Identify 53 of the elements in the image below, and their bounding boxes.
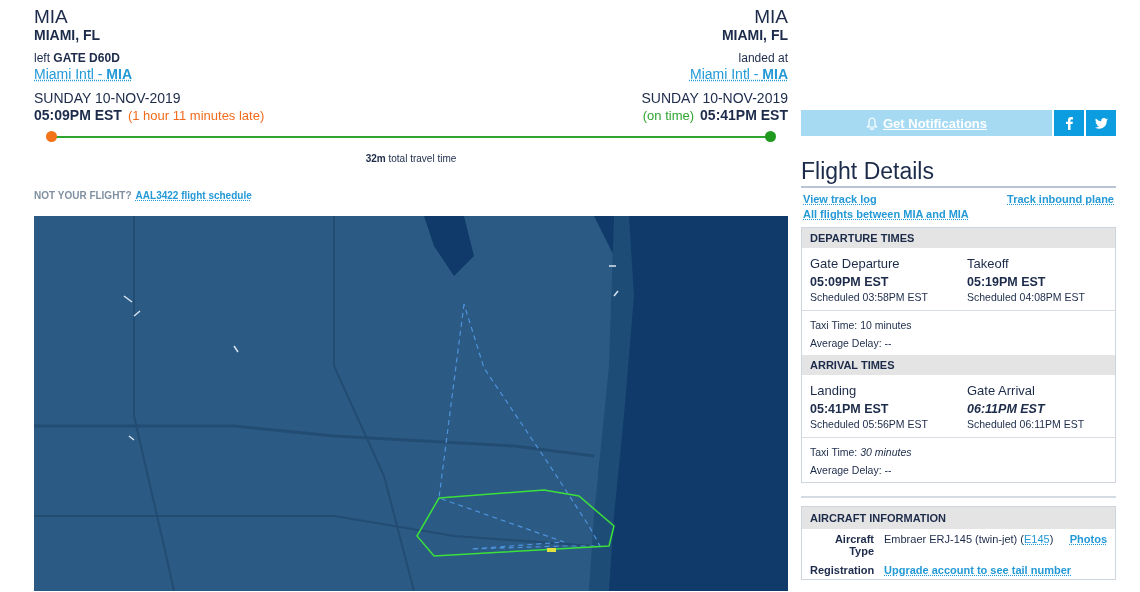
type-code-link[interactable]: E145: [1024, 533, 1050, 545]
fact-text: Average Delay: --: [810, 336, 893, 351]
bell-icon: [866, 116, 878, 130]
date-text: SUNDAY 10-NOV-2019: [641, 90, 788, 107]
airport-code: MIA: [34, 7, 68, 27]
status-text: (1 hour 11 minutes late): [127, 108, 265, 123]
airport-code: MIA: [754, 7, 788, 27]
field-label: Aircraft Type: [833, 533, 874, 557]
city-text: MIAMI, FL: [34, 27, 101, 44]
arrival-dot-icon: [765, 131, 776, 142]
scheduled-text: Scheduled 03:58PM EST: [810, 290, 929, 304]
section-header: DEPARTURE TIMES: [802, 228, 1115, 248]
fact-text: Average Delay: --: [810, 463, 893, 478]
departure-dot-icon: [46, 131, 57, 142]
track-log-link[interactable]: View track log: [803, 193, 877, 205]
city-text: MIAMI, FL: [721, 27, 788, 44]
facebook-icon: [1065, 116, 1073, 130]
section-header: AIRCRAFT INFORMATION: [802, 507, 1115, 529]
twitter-button[interactable]: [1086, 110, 1116, 136]
aircraft-type-text: Embraer ERJ-145 (twin-jet) (E145): [884, 533, 1055, 545]
all-flights-link[interactable]: All flights between MIA and MIA: [803, 208, 969, 220]
not-your-flight-label: NOT YOUR FLIGHT?: [34, 190, 132, 201]
scheduled-text: Scheduled 06:11PM EST: [967, 417, 1086, 431]
scheduled-text: Scheduled 04:08PM EST: [967, 290, 1086, 304]
field-label: Registration: [810, 564, 874, 576]
photos-link[interactable]: Photos: [1069, 533, 1107, 545]
airport-link[interactable]: Miami Intl - MIA: [34, 66, 132, 83]
time-text: 05:09PM EST: [34, 107, 122, 123]
travel-time-text: 32m total travel time: [364, 153, 458, 164]
fact-text: Taxi Time: 10 minutes: [810, 318, 913, 333]
gate-text: landed at: [738, 51, 788, 66]
time-value: 05:19PM EST: [967, 274, 1047, 290]
gate-text: left GATE D60D: [34, 51, 120, 66]
airport-link[interactable]: Miami Intl - MIA: [690, 66, 788, 83]
time-label: Takeoff: [967, 256, 1010, 272]
time-label: Gate Departure: [810, 256, 901, 272]
time-value: 06:11PM EST: [967, 401, 1047, 417]
upgrade-link[interactable]: Upgrade account to see tail number: [884, 564, 1072, 576]
time-value: 05:41PM EST: [810, 401, 890, 417]
fact-text: Taxi Time: 30 minutes: [810, 445, 913, 460]
flight-schedule-link[interactable]: AAL3422 flight schedule: [135, 190, 252, 201]
date-text: SUNDAY 10-NOV-2019: [34, 90, 181, 107]
time-value: 05:09PM EST: [810, 274, 890, 290]
bird-icon: [1094, 117, 1108, 129]
time-label: Landing: [810, 383, 858, 399]
time-label: Gate Arrival: [967, 383, 1036, 399]
status-text: (on time): [642, 108, 695, 123]
time-text: 05:41PM EST: [700, 107, 788, 123]
inbound-plane-link[interactable]: Track inbound plane: [1007, 193, 1114, 205]
section-title: Flight Details: [801, 158, 1116, 188]
section-header: ARRIVAL TIMES: [802, 355, 1115, 375]
facebook-button[interactable]: [1054, 110, 1084, 136]
scheduled-text: Scheduled 05:56PM EST: [810, 417, 929, 431]
